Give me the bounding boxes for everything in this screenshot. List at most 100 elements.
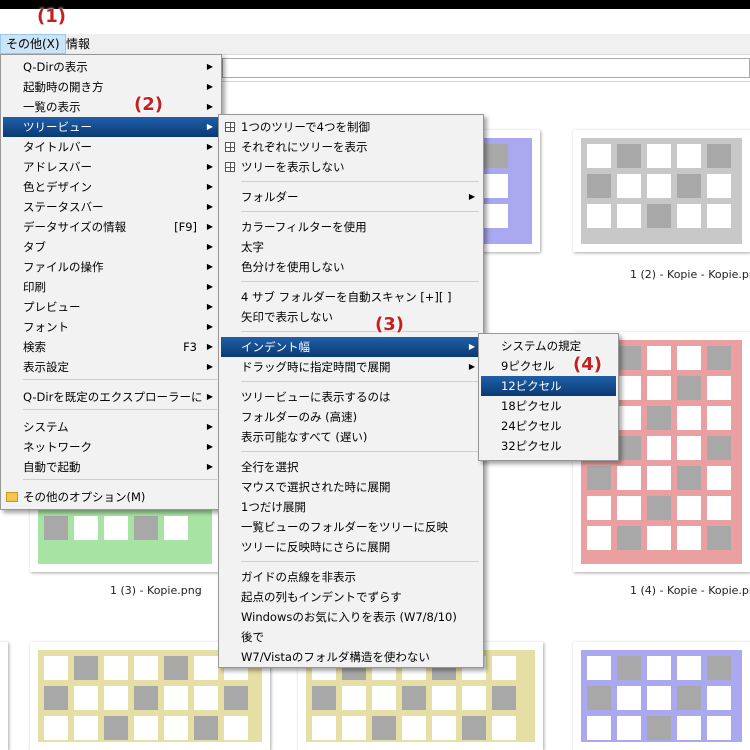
menu-item[interactable]: インデント幅 ▶ xyxy=(221,337,481,357)
menu-item[interactable]: マウスで選択された時に展開 xyxy=(221,477,481,497)
menu-item[interactable]: 太字 xyxy=(221,237,481,257)
menu-item[interactable]: Q-Dirの表示 ▶ xyxy=(3,57,219,77)
menu-item-label: 表示可能なすべて (遅い) xyxy=(241,430,368,444)
chevron-right-icon: ▶ xyxy=(206,442,213,451)
menu-item[interactable]: 12ピクセル xyxy=(481,376,616,396)
menu-item[interactable]: ステータスバー ▶ xyxy=(3,197,219,217)
address-input[interactable] xyxy=(222,58,750,78)
menu-item[interactable]: その他のオプション(M) xyxy=(3,487,219,507)
menu-item[interactable]: ツリーを表示しない xyxy=(221,157,481,177)
menu-item[interactable]: ファイルの操作 ▶ xyxy=(3,257,219,277)
chevron-right-icon: ▶ xyxy=(468,362,475,371)
menu-item[interactable]: 色とデザイン ▶ xyxy=(3,177,219,197)
menu-item-label: Q-Dirの表示 xyxy=(23,60,88,74)
chevron-right-icon: ▶ xyxy=(206,422,213,431)
menu-item[interactable]: タイトルバー ▶ xyxy=(3,137,219,157)
menu-item[interactable]: 一覧ビューのフォルダーをツリーに反映 xyxy=(221,517,481,537)
chevron-right-icon: ▶ xyxy=(206,342,213,351)
thumbnail-caption: 1 (3) - Kopie.png xyxy=(110,584,202,597)
menu-item-label: 後で xyxy=(241,630,264,644)
chevron-right-icon: ▶ xyxy=(206,322,213,331)
chevron-right-icon: ▶ xyxy=(206,282,213,291)
chevron-right-icon: ▶ xyxy=(206,142,213,151)
menu-item[interactable]: カラーフィルターを使用 xyxy=(221,217,481,237)
menu-item[interactable]: 24ピクセル xyxy=(481,416,616,436)
menu-item[interactable]: 32ピクセル xyxy=(481,436,616,456)
menu-item[interactable]: フォルダーのみ (高速) xyxy=(221,407,481,427)
menu-item[interactable]: 18ピクセル xyxy=(481,396,616,416)
menu-item[interactable]: 1つだけ展開 xyxy=(221,497,481,517)
menu-item[interactable]: 表示設定 ▶ xyxy=(3,357,219,377)
menu-item[interactable]: ツリーに反映時にさらに展開 xyxy=(221,537,481,557)
menu-item[interactable]: W7/Vistaのフォルダ構造を使わない xyxy=(221,647,481,667)
menu-item-label: 太字 xyxy=(241,240,264,254)
menu-item-shortcut: F3 xyxy=(183,340,197,354)
step-label-1: (1) xyxy=(37,6,66,27)
chevron-right-icon: ▶ xyxy=(206,362,213,371)
menu-item-label: 12ピクセル xyxy=(501,379,562,393)
menu-item[interactable]: 起点の列もインデントでずらす xyxy=(221,587,481,607)
menu-item[interactable]: ツリービュー ▶ xyxy=(3,117,219,137)
menu-item[interactable]: システムの規定 xyxy=(481,336,616,356)
menu-item[interactable]: 起動時の開き方 ▶ xyxy=(3,77,219,97)
menu-item-label: 矢印で表示しない xyxy=(241,310,333,324)
menu-item[interactable]: 後で xyxy=(221,627,481,647)
thumbnail-gray[interactable] xyxy=(573,130,750,252)
chevron-right-icon: ▶ xyxy=(206,122,213,131)
menu-item-label: 自動で起動 xyxy=(23,460,81,474)
menu-item-label: 1つだけ展開 xyxy=(241,500,306,514)
menu-item[interactable]: ドラッグ時に指定時間で展開 ▶ xyxy=(221,357,481,377)
menu-separator xyxy=(23,409,217,410)
menu-item[interactable]: 1つのツリーで4つを制御 xyxy=(221,117,481,137)
menu-item-label: 起動時の開き方 xyxy=(23,80,104,94)
chevron-right-icon: ▶ xyxy=(206,182,213,191)
window-top-edge xyxy=(0,0,750,9)
menu-item[interactable]: フォント ▶ xyxy=(3,317,219,337)
menu-item[interactable]: Windowsのお気に入りを表示 (W7/8/10) xyxy=(221,607,481,627)
menu-item-label: 24ピクセル xyxy=(501,419,562,433)
menu-item[interactable]: 全行を選択 xyxy=(221,457,481,477)
menu-item[interactable]: 色分けを使用しない xyxy=(221,257,481,277)
menu-item[interactable]: ツリービューに表示するのは xyxy=(221,387,481,407)
menu-item[interactable]: フォルダー ▶ xyxy=(221,187,481,207)
menu-item[interactable]: 矢印で表示しない xyxy=(221,307,481,327)
menu-item[interactable]: 表示可能なすべて (遅い) xyxy=(221,427,481,447)
menu-item[interactable]: データサイズの情報 [F9] ▶ xyxy=(3,217,219,237)
menu-item[interactable]: 印刷 ▶ xyxy=(3,277,219,297)
menu-item[interactable]: プレビュー ▶ xyxy=(3,297,219,317)
menu-item[interactable]: ネットワーク ▶ xyxy=(3,437,219,457)
menu-item[interactable]: システム ▶ xyxy=(3,417,219,437)
menu-item-label: 色とデザイン xyxy=(23,180,92,194)
thumbnail-caption: 1 (4) - Kopie - Kopie.png xyxy=(630,584,750,597)
menu-item[interactable]: タブ ▶ xyxy=(3,237,219,257)
step-label-2: (2) xyxy=(134,94,163,115)
menubar-other[interactable]: その他(X) xyxy=(0,34,66,54)
menu-item[interactable]: 自動で起動 ▶ xyxy=(3,457,219,477)
grid-icon xyxy=(225,122,235,132)
menu-item[interactable]: 検索 F3 ▶ xyxy=(3,337,219,357)
menu-item-label: 全行を選択 xyxy=(241,460,299,474)
menu-item-label: その他のオプション(M) xyxy=(23,490,146,504)
menu-item[interactable]: それぞれにツリーを表示 xyxy=(221,137,481,157)
other-menu: Q-Dirの表示 ▶ 起動時の開き方 ▶ 一覧の表示 ▶ ツリービュー ▶ タイトルバー ▶ アドレ… xyxy=(0,54,222,510)
menu-item[interactable]: Q-Dirを既定のエクスプローラーに ▶ xyxy=(3,387,219,407)
menu-item-label: ネットワーク xyxy=(23,440,92,454)
treeview-submenu: 1つのツリーで4つを制御 それぞれにツリーを表示 ツリーを表示しない フォルダー ▶ カラ… xyxy=(218,114,484,668)
menu-item-label: 4 サブ フォルダーを自動スキャン [+][ ] xyxy=(241,290,452,304)
menu-item[interactable]: アドレスバー ▶ xyxy=(3,157,219,177)
thumbnail-left-edge[interactable] xyxy=(0,642,8,750)
folder-icon xyxy=(6,492,18,502)
menu-item-label: 起点の列もインデントでずらす xyxy=(241,590,402,604)
menu-item[interactable]: 4 サブ フォルダーを自動スキャン [+][ ] xyxy=(221,287,481,307)
menu-item[interactable]: ガイドの点線を非表示 xyxy=(221,567,481,587)
menu-item-label: ツリービューに表示するのは xyxy=(241,390,391,404)
thumbnail-blue-bottom[interactable] xyxy=(573,642,750,750)
chevron-right-icon: ▶ xyxy=(206,82,213,91)
menu-item-label: ツリーに反映時にさらに展開 xyxy=(241,540,391,554)
menubar-info[interactable]: 情報 xyxy=(61,34,95,54)
indent-width-submenu: システムの規定 9ピクセル 12ピクセル 18ピクセル 24ピクセル 32ピクセル xyxy=(478,333,619,461)
menu-item[interactable]: 一覧の表示 ▶ xyxy=(3,97,219,117)
menu-item-label: 検索 xyxy=(23,340,46,354)
menu-item-label: 印刷 xyxy=(23,280,46,294)
chevron-right-icon: ▶ xyxy=(206,392,213,401)
